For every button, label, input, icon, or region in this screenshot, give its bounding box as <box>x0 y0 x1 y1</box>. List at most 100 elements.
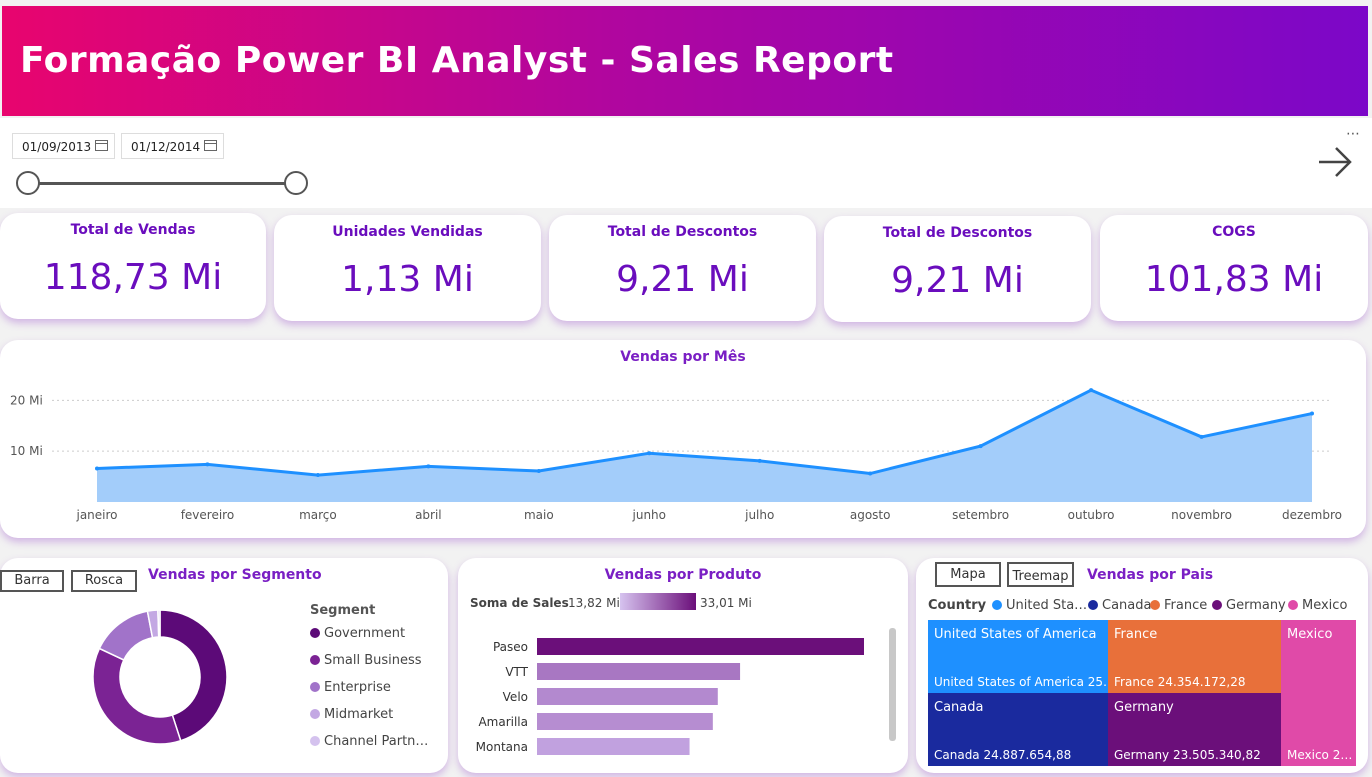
treemap-cell[interactable]: Germany Germany 23.505.340,82 <box>1108 693 1281 766</box>
treemap-cell-value: Mexico 2… <box>1287 748 1353 762</box>
legend-label: Government <box>324 626 406 641</box>
slider-end-handle[interactable] <box>284 171 308 195</box>
country-legend-item[interactable]: United Sta… <box>992 598 1087 613</box>
legend-dot-icon <box>1288 600 1298 610</box>
legend-dot-icon <box>310 709 320 719</box>
next-page-arrow-icon[interactable] <box>1316 142 1356 182</box>
product-scrollbar[interactable] <box>889 628 896 741</box>
treemap-cell-value: France 24.354.172,28 <box>1114 675 1246 689</box>
data-point[interactable] <box>426 464 431 469</box>
report-title: Formação Power BI Analyst - Sales Report <box>20 40 894 81</box>
sales-by-product-title: Vendas por Produto <box>604 567 762 583</box>
data-point[interactable] <box>978 444 983 449</box>
country-legend-item[interactable]: Canada <box>1088 598 1151 613</box>
data-point[interactable] <box>205 462 210 467</box>
calendar-icon[interactable] <box>95 140 108 151</box>
treemap-tab-button[interactable]: Treemap <box>1007 562 1074 587</box>
segment-legend-item[interactable]: Government <box>310 626 405 641</box>
sales-by-month-chart[interactable]: 10 Mi 20 Mi janeiro fevereiro março abril maio… <box>0 340 1366 538</box>
country-legend-title: Country <box>928 598 987 613</box>
product-legend-title: Soma de Sales <box>470 596 569 610</box>
sales-by-country-title: Vendas por Pais <box>1087 567 1214 583</box>
legend-label: France <box>1164 598 1208 613</box>
donut-slice[interactable] <box>98 610 154 661</box>
legend-dot-icon <box>1088 600 1098 610</box>
legend-dot-icon <box>310 682 320 692</box>
kpi-card-total-vendas: Total de Vendas 118,73 Mi <box>0 213 266 319</box>
country-legend-item[interactable]: France <box>1150 598 1207 613</box>
treemap-cell-value: Germany 23.505.340,82 <box>1114 748 1261 762</box>
data-point[interactable] <box>868 471 873 476</box>
product-bar[interactable] <box>537 688 718 705</box>
country-legend-item[interactable]: Germany <box>1212 598 1286 613</box>
product-label: Velo <box>503 690 528 704</box>
segment-legend-item[interactable]: Midmarket <box>310 707 393 722</box>
segment-legend-item[interactable]: Small Business <box>310 653 422 668</box>
treemap-cell-value: United States of America 25… <box>934 675 1108 689</box>
product-label: Paseo <box>493 640 528 654</box>
bar-tab-button[interactable]: Barra <box>0 570 64 592</box>
filter-area <box>0 118 1372 208</box>
product-legend-min: 13,82 Mi <box>568 596 620 610</box>
country-legend-item[interactable]: Mexico <box>1288 598 1347 613</box>
data-point[interactable] <box>757 458 762 463</box>
x-tick-label: junho <box>632 508 667 522</box>
y-tick-label: 20 Mi <box>10 393 43 407</box>
treemap-cell[interactable]: United States of America United States of… <box>928 620 1108 693</box>
product-legend-max: 33,01 Mi <box>700 596 752 610</box>
x-tick-label: agosto <box>850 508 891 522</box>
kpi-card-cogs: COGS 101,83 Mi <box>1100 215 1368 321</box>
calendar-icon[interactable] <box>204 140 217 151</box>
product-bar[interactable] <box>537 738 690 755</box>
x-tick-label: maio <box>524 508 554 522</box>
y-tick-label: 10 Mi <box>10 444 43 458</box>
donut-slice[interactable] <box>92 647 182 745</box>
product-color-scale <box>620 593 696 610</box>
x-tick-label: outubro <box>1068 508 1115 522</box>
data-point[interactable] <box>315 473 320 478</box>
product-bar[interactable] <box>537 663 741 680</box>
x-tick-label: fevereiro <box>181 508 235 522</box>
product-bar[interactable] <box>537 713 713 730</box>
legend-label: Mexico <box>1302 598 1348 613</box>
kpi-title: Unidades Vendidas <box>332 224 483 240</box>
data-point[interactable] <box>1089 388 1094 393</box>
segment-legend-item[interactable]: Channel Partn… <box>310 734 428 749</box>
treemap-cell-value: Canada 24.887.654,88 <box>934 748 1072 762</box>
legend-label: Small Business <box>324 653 422 668</box>
data-point[interactable] <box>536 468 541 473</box>
treemap-cell[interactable]: Mexico Mexico 2… <box>1281 620 1356 766</box>
legend-dot-icon <box>1150 600 1160 610</box>
x-tick-label: abril <box>415 508 442 522</box>
end-date-value: 01/12/2014 <box>131 140 201 154</box>
kpi-title: COGS <box>1212 224 1256 240</box>
map-tab-button[interactable]: Mapa <box>935 562 1001 587</box>
data-point[interactable] <box>1199 434 1204 439</box>
treemap-cell[interactable]: France France 24.354.172,28 <box>1108 620 1281 693</box>
kpi-title: Total de Vendas <box>70 222 196 238</box>
segment-donut-chart[interactable] <box>85 602 235 752</box>
start-date-input[interactable]: 01/09/2013 <box>12 133 115 159</box>
kpi-card-total-descontos: Total de Descontos 9,21 Mi <box>549 215 816 321</box>
treemap-cell-name: Mexico <box>1287 627 1333 642</box>
treemap-cell-name: United States of America <box>934 627 1097 642</box>
data-point[interactable] <box>95 466 99 471</box>
segment-legend-item[interactable]: Enterprise <box>310 680 391 695</box>
data-point[interactable] <box>1310 411 1314 416</box>
product-bar-chart[interactable]: Paseo VTT Velo Amarilla Montana <box>462 628 902 768</box>
x-tick-label: janeiro <box>75 508 117 522</box>
product-bar[interactable] <box>537 638 864 655</box>
treemap-cell[interactable]: Canada Canada 24.887.654,88 <box>928 693 1108 766</box>
treemap-cell-name: Germany <box>1114 700 1174 715</box>
legend-label: Germany <box>1226 598 1286 613</box>
legend-label: Channel Partn… <box>324 734 429 749</box>
data-point[interactable] <box>647 451 652 456</box>
end-date-input[interactable]: 01/12/2014 <box>121 133 224 159</box>
donut-tab-button[interactable]: Rosca <box>71 570 137 592</box>
legend-dot-icon <box>310 628 320 638</box>
more-options-icon[interactable]: ⋯ <box>1346 126 1361 142</box>
slider-start-handle[interactable] <box>16 171 40 195</box>
x-tick-label: novembro <box>1171 508 1232 522</box>
donut-slice[interactable] <box>157 609 161 638</box>
date-range-slider[interactable] <box>28 182 296 185</box>
